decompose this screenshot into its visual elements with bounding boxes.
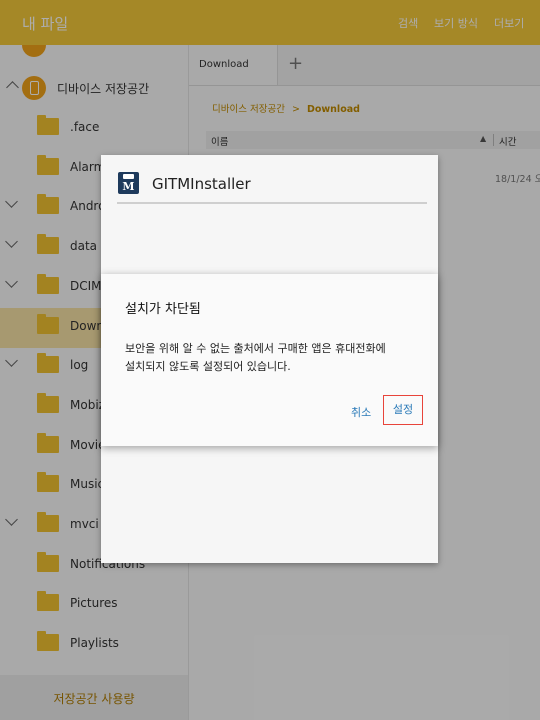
divider	[117, 202, 427, 204]
dialog-message-line-1: 보안을 위해 알 수 없는 출처에서 구매한 앱은 휴대전화에	[125, 342, 386, 355]
dialog-message-line-2: 설치되지 않도록 설정되어 있습니다.	[125, 360, 291, 373]
dialog-message: 보안을 위해 알 수 없는 출처에서 구매한 앱은 휴대전화에 설치되지 않도록…	[125, 340, 425, 376]
install-blocked-dialog: 설치가 차단됨 보안을 위해 알 수 없는 출처에서 구매한 앱은 휴대전화에 …	[101, 274, 438, 446]
settings-button[interactable]: 설정	[383, 395, 423, 425]
gitm-app-icon: M	[118, 172, 139, 194]
cancel-button[interactable]: 취소	[351, 404, 371, 420]
app-icon-letter: M	[122, 180, 135, 193]
installer-title: GITMInstaller	[152, 175, 251, 193]
dialog-title: 설치가 차단됨	[125, 302, 201, 317]
